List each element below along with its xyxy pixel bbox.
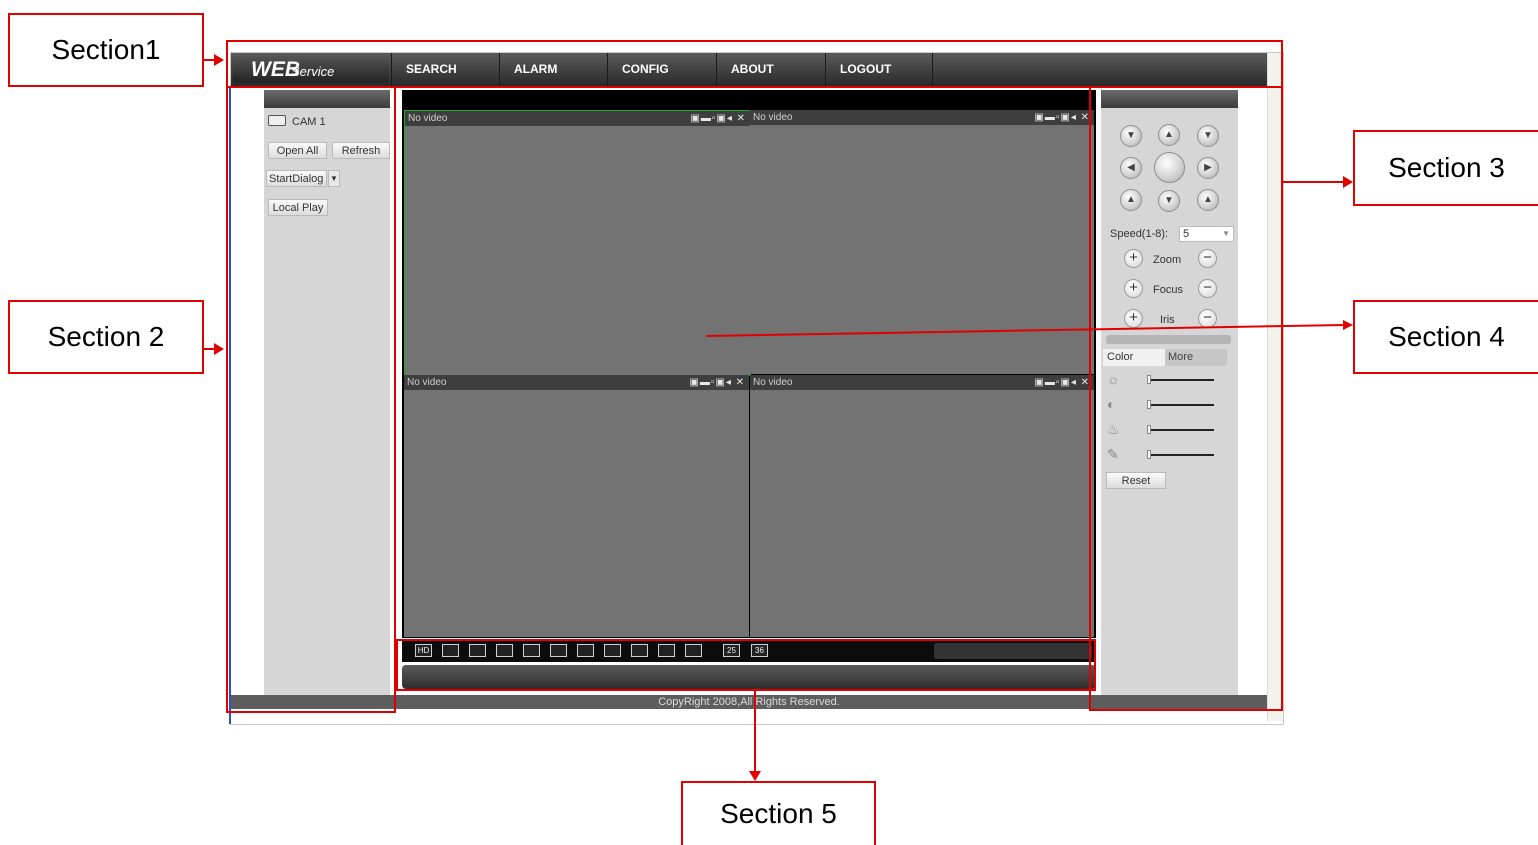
- callout-section5: Section 5: [681, 781, 876, 845]
- leader-line: [1283, 181, 1343, 183]
- section1-outline: [226, 40, 1283, 88]
- video-cell-label: No video: [753, 377, 793, 388]
- arrow-right-icon: [1343, 176, 1353, 188]
- callout-section3: Section 3: [1353, 130, 1538, 206]
- callout-section2: Section 2: [8, 300, 204, 374]
- leader-line: [754, 691, 756, 771]
- leader-line-section4: [705, 320, 1353, 337]
- video-cell-label: No video: [753, 112, 793, 123]
- video-cell-3[interactable]: No video ▣▬▫▣◂ ✕: [404, 375, 749, 637]
- callout-section1: Section1: [8, 13, 204, 87]
- video-cell-label: No video: [407, 377, 447, 388]
- callout-section4: Section 4: [1353, 300, 1538, 374]
- video-cell-controls-icon[interactable]: ▣▬▫▣◂ ✕: [1034, 110, 1090, 125]
- copyright-text: CopyRight 2008,All Rights Reserved.: [658, 696, 840, 708]
- arrow-down-icon: [749, 771, 761, 781]
- video-cell-controls-icon[interactable]: ▣▬▫▣◂ ✕: [1034, 375, 1090, 390]
- video-cell-label: No video: [408, 113, 448, 124]
- video-cell-1[interactable]: No video ▣▬▫▣◂ ✕: [404, 110, 751, 376]
- video-cell-controls-icon[interactable]: ▣▬▫▣◂ ✕: [690, 111, 746, 126]
- section2-outline: [226, 86, 396, 713]
- arrow-right-icon: [214, 343, 224, 355]
- arrow-right-icon: [214, 54, 224, 66]
- section3-outline: [1089, 86, 1283, 711]
- video-cell-4[interactable]: No video ▣▬▫▣◂ ✕: [750, 375, 1094, 637]
- video-cell-controls-icon[interactable]: ▣▬▫▣◂ ✕: [689, 375, 745, 390]
- section5-outline: [396, 639, 1096, 691]
